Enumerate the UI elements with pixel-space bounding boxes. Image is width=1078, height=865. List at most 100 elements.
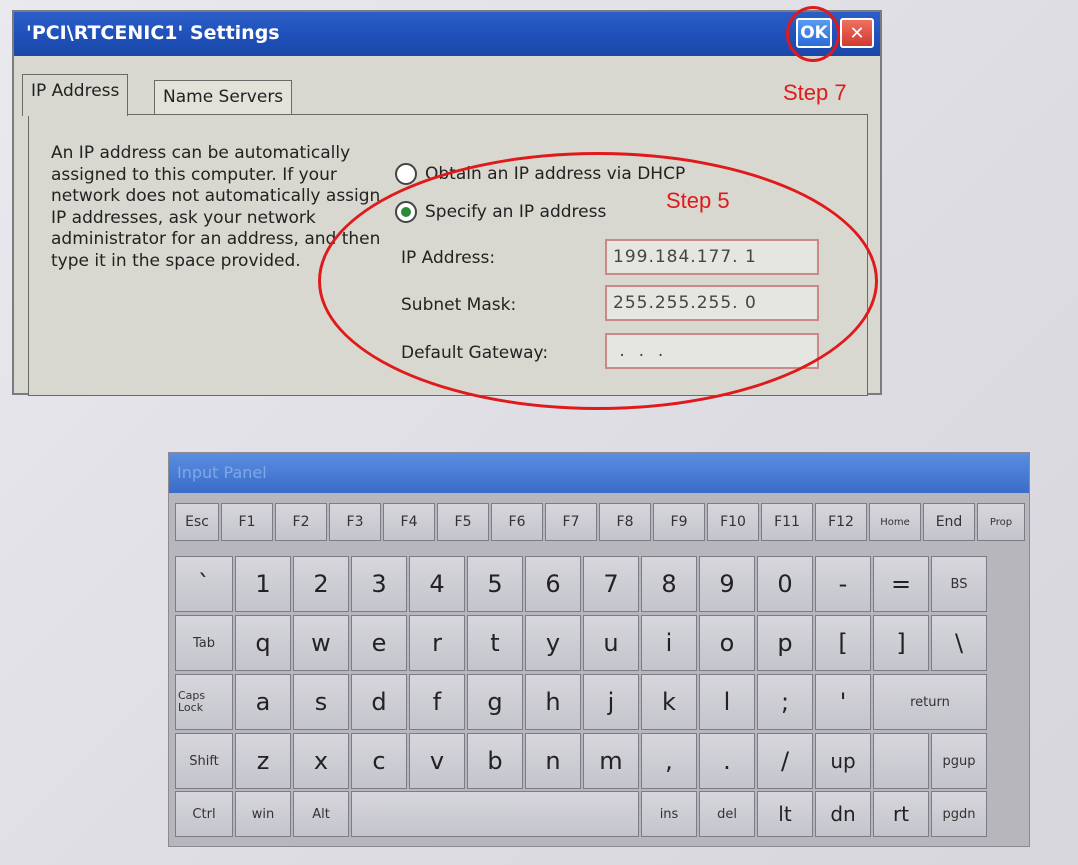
key-rt[interactable]: rt xyxy=(873,791,929,837)
key-esc[interactable]: Esc xyxy=(175,503,219,541)
key-d[interactable]: d xyxy=(351,674,407,730)
key-s[interactable]: s xyxy=(293,674,349,730)
key-5[interactable]: 5 xyxy=(467,556,523,612)
ip-address-input[interactable]: 199.184.177. 1 xyxy=(605,239,819,275)
key-q[interactable]: q xyxy=(235,615,291,671)
key-f12[interactable]: F12 xyxy=(815,503,867,541)
dialog-title: 'PCI\RTCENIC1' Settings xyxy=(26,22,280,44)
key-x[interactable]: x xyxy=(293,733,349,789)
key-9[interactable]: 9 xyxy=(699,556,755,612)
key-backtick[interactable]: ` xyxy=(175,556,233,612)
key-backslash[interactable]: \ xyxy=(931,615,987,671)
key-f8[interactable]: F8 xyxy=(599,503,651,541)
key-r[interactable]: r xyxy=(409,615,465,671)
key-f2[interactable]: F2 xyxy=(275,503,327,541)
key-shift[interactable]: Shift xyxy=(175,733,233,789)
key-k[interactable]: k xyxy=(641,674,697,730)
key-pgdn[interactable]: pgdn xyxy=(931,791,987,837)
key-dn[interactable]: dn xyxy=(815,791,871,837)
key-1[interactable]: 1 xyxy=(235,556,291,612)
key-home[interactable]: Home xyxy=(869,503,921,541)
key-8[interactable]: 8 xyxy=(641,556,697,612)
radio-dhcp-label: Obtain an IP address via DHCP xyxy=(425,164,686,184)
radio-specify-label: Specify an IP address xyxy=(425,202,607,222)
key-j[interactable]: j xyxy=(583,674,639,730)
key-i[interactable]: i xyxy=(641,615,697,671)
close-button[interactable]: ✕ xyxy=(840,18,874,48)
key-pgup[interactable]: pgup xyxy=(931,733,987,789)
key-up[interactable]: up xyxy=(815,733,871,789)
key-period[interactable]: . xyxy=(699,733,755,789)
radio-dhcp-option[interactable]: Obtain an IP address via DHCP xyxy=(395,163,685,185)
radio-dhcp[interactable] xyxy=(395,163,417,185)
key-del[interactable]: del xyxy=(699,791,755,837)
key-n[interactable]: n xyxy=(525,733,581,789)
key-right-bracket[interactable]: ] xyxy=(873,615,929,671)
key-o[interactable]: o xyxy=(699,615,755,671)
key-w[interactable]: w xyxy=(293,615,349,671)
key-quote[interactable]: ' xyxy=(815,674,871,730)
tab-ip-address[interactable]: IP Address xyxy=(22,74,129,116)
dialog-titlebar: 'PCI\RTCENIC1' Settings OK ✕ xyxy=(14,12,880,56)
default-gateway-input[interactable]: . . . xyxy=(605,333,819,369)
key-m[interactable]: m xyxy=(583,733,639,789)
key-l[interactable]: l xyxy=(699,674,755,730)
key-g[interactable]: g xyxy=(467,674,523,730)
key-0[interactable]: 0 xyxy=(757,556,813,612)
key-bs[interactable]: BS xyxy=(931,556,987,612)
key-f1[interactable]: F1 xyxy=(221,503,273,541)
key-end[interactable]: End xyxy=(923,503,975,541)
key-f4[interactable]: F4 xyxy=(383,503,435,541)
input-panel-title: Input Panel xyxy=(169,453,1029,493)
radio-specify-option[interactable]: Specify an IP address xyxy=(395,201,606,223)
key-f[interactable]: f xyxy=(409,674,465,730)
key-t[interactable]: t xyxy=(467,615,523,671)
key-minus[interactable]: - xyxy=(815,556,871,612)
key-f6[interactable]: F6 xyxy=(491,503,543,541)
key-f3[interactable]: F3 xyxy=(329,503,381,541)
key-2[interactable]: 2 xyxy=(293,556,349,612)
key-ctrl[interactable]: Ctrl xyxy=(175,791,233,837)
key-f11[interactable]: F11 xyxy=(761,503,813,541)
key-semicolon[interactable]: ; xyxy=(757,674,813,730)
key-ins[interactable]: ins xyxy=(641,791,697,837)
key-win[interactable]: win xyxy=(235,791,291,837)
key-left-bracket[interactable]: [ xyxy=(815,615,871,671)
key-4[interactable]: 4 xyxy=(409,556,465,612)
key-space[interactable] xyxy=(351,791,639,837)
key-b[interactable]: b xyxy=(467,733,523,789)
key-v[interactable]: v xyxy=(409,733,465,789)
key-return[interactable]: return xyxy=(873,674,987,730)
key-6[interactable]: 6 xyxy=(525,556,581,612)
key-f9[interactable]: F9 xyxy=(653,503,705,541)
key-f10[interactable]: F10 xyxy=(707,503,759,541)
ip-address-tab-panel: An IP address can be automatically assig… xyxy=(28,114,868,396)
key-p[interactable]: p xyxy=(757,615,813,671)
tab-name-servers[interactable]: Name Servers xyxy=(154,80,293,114)
key-u[interactable]: u xyxy=(583,615,639,671)
key-equals[interactable]: = xyxy=(873,556,929,612)
key-7[interactable]: 7 xyxy=(583,556,639,612)
ip-description-text: An IP address can be automatically assig… xyxy=(51,143,381,271)
key-3[interactable]: 3 xyxy=(351,556,407,612)
key-a[interactable]: a xyxy=(235,674,291,730)
key-y[interactable]: y xyxy=(525,615,581,671)
key-slash[interactable]: / xyxy=(757,733,813,789)
radio-specify[interactable] xyxy=(395,201,417,223)
key-f7[interactable]: F7 xyxy=(545,503,597,541)
key-c[interactable]: c xyxy=(351,733,407,789)
key-f5[interactable]: F5 xyxy=(437,503,489,541)
key-caps-lock[interactable]: Caps Lock xyxy=(175,674,233,730)
key-prop[interactable]: Prop xyxy=(977,503,1025,541)
input-panel: Input Panel Esc F1 F2 F3 F4 F5 F6 F7 F8 F9 F10 F11 F… xyxy=(168,452,1030,847)
subnet-mask-input[interactable]: 255.255.255. 0 xyxy=(605,285,819,321)
key-comma[interactable]: , xyxy=(641,733,697,789)
key-e[interactable]: e xyxy=(351,615,407,671)
key-z[interactable]: z xyxy=(235,733,291,789)
key-blank[interactable] xyxy=(873,733,929,789)
key-h[interactable]: h xyxy=(525,674,581,730)
key-alt[interactable]: Alt xyxy=(293,791,349,837)
key-tab[interactable]: Tab xyxy=(175,615,233,671)
key-lt[interactable]: lt xyxy=(757,791,813,837)
ok-button[interactable]: OK xyxy=(796,18,832,48)
